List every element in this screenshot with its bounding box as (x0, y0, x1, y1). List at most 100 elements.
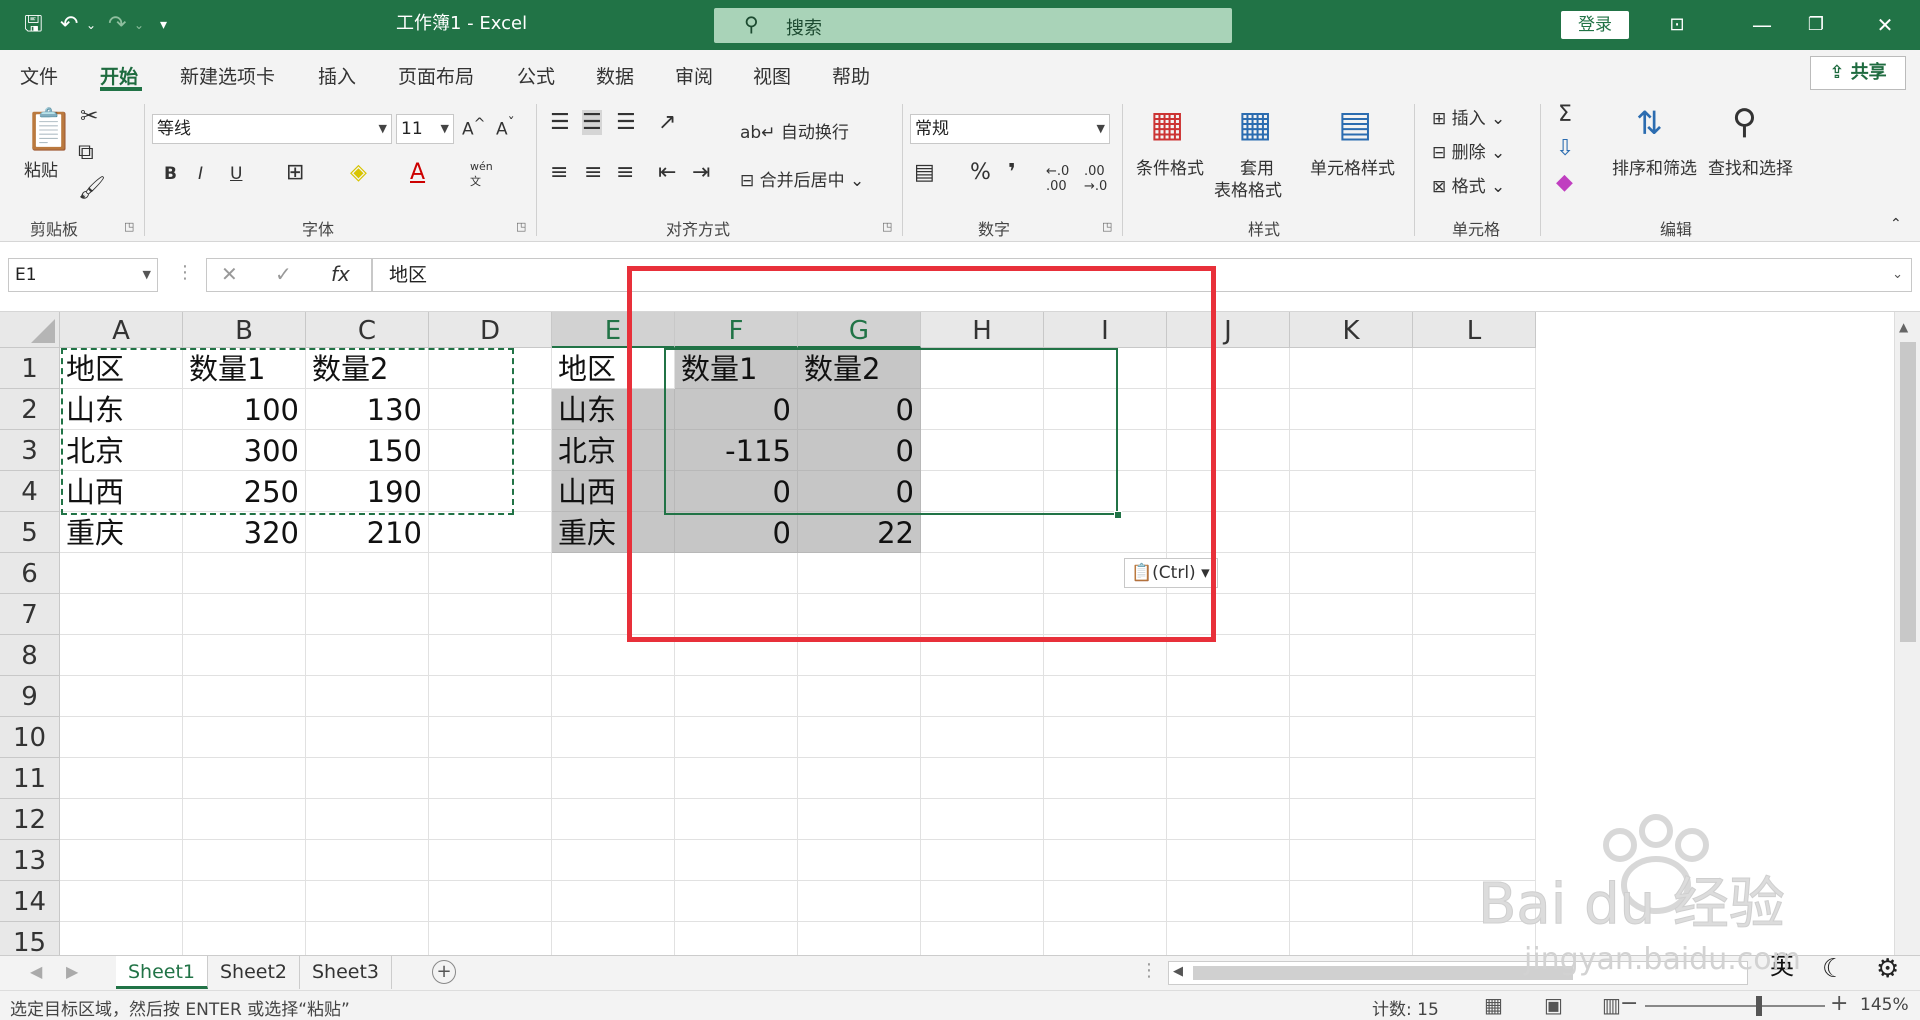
tab-home[interactable]: 开始 (100, 62, 138, 89)
cell-c14[interactable] (306, 881, 429, 922)
italic-button[interactable]: I (198, 164, 203, 184)
column-header-i[interactable]: I (1044, 312, 1167, 348)
cell-l10[interactable] (1413, 717, 1536, 758)
cell-b2[interactable]: 100 (183, 389, 306, 430)
cell-d8[interactable] (429, 635, 552, 676)
ime-indicator[interactable]: 英 (1770, 946, 1794, 981)
paste-options-button[interactable]: 📋(Ctrl) ▾ (1124, 558, 1218, 588)
clear-icon[interactable]: ◆ (1556, 170, 1573, 195)
zoom-level[interactable]: 145% (1860, 995, 1909, 1015)
cell-k9[interactable] (1290, 676, 1413, 717)
cell-l9[interactable] (1413, 676, 1536, 717)
cell-d10[interactable] (429, 717, 552, 758)
cell-j4[interactable] (1167, 471, 1290, 512)
cell-j11[interactable] (1167, 758, 1290, 799)
cell-j7[interactable] (1167, 594, 1290, 635)
fill-handle[interactable] (1114, 511, 1122, 519)
cell-c2[interactable]: 130 (306, 389, 429, 430)
row-header-3[interactable]: 3 (0, 430, 60, 471)
bold-button[interactable]: B (164, 164, 177, 184)
row-header-5[interactable]: 5 (0, 512, 60, 553)
decrease-decimal-icon[interactable]: .00 →.0 (1084, 164, 1107, 194)
column-header-e[interactable]: E (552, 312, 675, 348)
tab-insert[interactable]: 插入 (318, 62, 356, 89)
cell-d7[interactable] (429, 594, 552, 635)
cell-f13[interactable] (675, 840, 798, 881)
collapse-ribbon-icon[interactable]: ⌃ (1890, 216, 1902, 232)
cell-g14[interactable] (798, 881, 921, 922)
cell-k8[interactable] (1290, 635, 1413, 676)
zoom-in-icon[interactable]: + (1830, 991, 1848, 1016)
column-header-a[interactable]: A (60, 312, 183, 348)
undo-dropdown-icon[interactable]: ⌄ (86, 10, 96, 40)
row-header-4[interactable]: 4 (0, 471, 60, 512)
cell-d9[interactable] (429, 676, 552, 717)
cell-j9[interactable] (1167, 676, 1290, 717)
paste-icon[interactable]: 📋 (24, 106, 74, 153)
cell-f10[interactable] (675, 717, 798, 758)
cell-d6[interactable] (429, 553, 552, 594)
cell-e10[interactable] (552, 717, 675, 758)
cell-h14[interactable] (921, 881, 1044, 922)
cell-i2[interactable] (1044, 389, 1167, 430)
cell-l11[interactable] (1413, 758, 1536, 799)
cell-d4[interactable] (429, 471, 552, 512)
cell-c11[interactable] (306, 758, 429, 799)
tab-data[interactable]: 数据 (596, 62, 634, 89)
minimize-icon[interactable]: — (1742, 10, 1782, 40)
cell-b9[interactable] (183, 676, 306, 717)
cell-j14[interactable] (1167, 881, 1290, 922)
font-size-combo[interactable]: 11 ▼ (396, 114, 454, 144)
cell-g3[interactable]: 0 (798, 430, 921, 471)
increase-font-icon[interactable]: A^ (462, 116, 486, 140)
tab-review[interactable]: 审阅 (675, 62, 713, 89)
cell-styles-icon[interactable]: ▤ (1338, 104, 1372, 145)
percent-style-icon[interactable]: % (970, 160, 991, 185)
cell-e1[interactable]: 地区 (552, 348, 675, 389)
settings-gear-icon[interactable]: ⚙ (1876, 954, 1899, 984)
cell-b6[interactable] (183, 553, 306, 594)
cell-a6[interactable] (60, 553, 183, 594)
cell-h2[interactable] (921, 389, 1044, 430)
cell-i8[interactable] (1044, 635, 1167, 676)
align-left-icon[interactable]: ≡ (550, 160, 568, 185)
row-header-13[interactable]: 13 (0, 840, 60, 881)
cell-i1[interactable] (1044, 348, 1167, 389)
cell-b14[interactable] (183, 881, 306, 922)
cell-h10[interactable] (921, 717, 1044, 758)
insert-function-icon[interactable]: fx (331, 262, 350, 286)
tab-formulas[interactable]: 公式 (517, 62, 555, 89)
cell-k5[interactable] (1290, 512, 1413, 553)
row-header-2[interactable]: 2 (0, 389, 60, 430)
decrease-font-icon[interactable]: Aˇ (496, 116, 515, 140)
row-header-14[interactable]: 14 (0, 881, 60, 922)
cell-h1[interactable] (921, 348, 1044, 389)
cell-c10[interactable] (306, 717, 429, 758)
align-right-icon[interactable]: ≡ (616, 160, 634, 185)
column-header-k[interactable]: K (1290, 312, 1413, 348)
cell-i5[interactable] (1044, 512, 1167, 553)
cell-g2[interactable]: 0 (798, 389, 921, 430)
cell-styles-button[interactable]: 单元格样式 (1310, 154, 1395, 179)
cell-f14[interactable] (675, 881, 798, 922)
cell-b12[interactable] (183, 799, 306, 840)
cell-f9[interactable] (675, 676, 798, 717)
cell-l2[interactable] (1413, 389, 1536, 430)
zoom-slider-thumb[interactable] (1756, 996, 1762, 1016)
cell-f2[interactable]: 0 (675, 389, 798, 430)
cell-g8[interactable] (798, 635, 921, 676)
cell-i11[interactable] (1044, 758, 1167, 799)
conditional-format-button[interactable]: 条件格式 (1136, 154, 1204, 179)
restore-icon[interactable]: ❐ (1796, 10, 1836, 40)
cell-d11[interactable] (429, 758, 552, 799)
horizontal-scrollbar[interactable]: ◀ (1168, 961, 1748, 985)
row-header-12[interactable]: 12 (0, 799, 60, 840)
cell-d12[interactable] (429, 799, 552, 840)
align-middle-icon[interactable]: ☰ (582, 110, 602, 135)
cell-e2[interactable]: 山东 (552, 389, 675, 430)
cell-g13[interactable] (798, 840, 921, 881)
cell-e4[interactable]: 山西 (552, 471, 675, 512)
cell-d2[interactable] (429, 389, 552, 430)
font-color-icon[interactable]: A (410, 160, 425, 185)
cell-a3[interactable]: 北京 (60, 430, 183, 471)
